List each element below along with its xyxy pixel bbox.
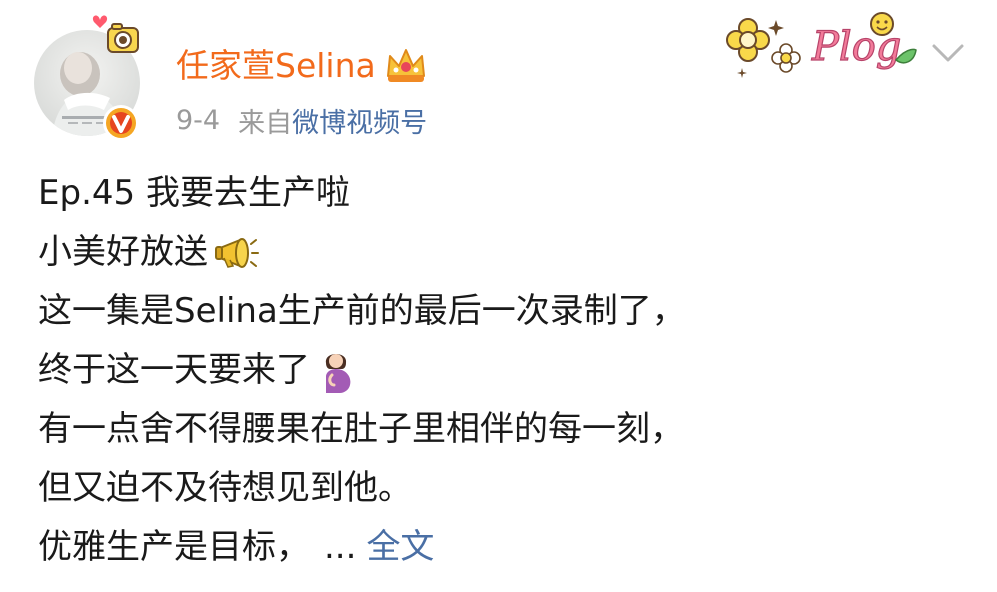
content-line: 有一点舍不得腰果在肚子里相伴的每一刻， xyxy=(38,400,938,459)
pregnant-woman-icon xyxy=(325,353,351,393)
content-text: 小美好放送 xyxy=(38,232,208,272)
post-date: 9-4 xyxy=(176,104,221,136)
content-line: 优雅生产是目标， ... 全文 xyxy=(38,518,938,577)
content-line: 但又迫不及待想见到他。 xyxy=(38,459,938,518)
content-text: 有一点舍不得腰果在肚子里相伴的每一刻， xyxy=(38,409,684,449)
post-content: Ep.45 我要去生产啦 小美好放送 这一集是Selina生产前的最后一次录制了… xyxy=(38,164,938,577)
author-row: 任家萱Selina xyxy=(176,40,428,92)
crown-icon xyxy=(386,49,425,82)
content-text: 这一集是Selina生产前的最后一次录制了， xyxy=(38,291,686,331)
author-name[interactable]: 任家萱Selina xyxy=(176,40,376,92)
content-text: 终于这一天要来了 xyxy=(38,350,310,390)
content-text: 优雅生产是目标， xyxy=(38,527,310,567)
content-line: 小美好放送 xyxy=(38,223,938,282)
source-prefix: 来自 xyxy=(238,107,293,139)
content-line: 这一集是Selina生产前的最后一次录制了， xyxy=(38,282,938,341)
full-text-link[interactable]: 全文 xyxy=(366,518,434,577)
ellipsis: ... xyxy=(324,527,357,567)
camera-badge-icon xyxy=(92,15,139,53)
content-line: Ep.45 我要去生产啦 xyxy=(38,164,938,223)
weibo-post: 任家萱Selina 9-4 来自 微博视频号 Plog Ep.45 我要去生产啦… xyxy=(0,0,997,592)
plog-sticker-icon: Plog xyxy=(726,12,917,78)
chevron-down-icon[interactable] xyxy=(928,36,968,72)
megaphone-icon xyxy=(215,237,259,268)
post-meta: 9-4 来自 微博视频号 xyxy=(176,100,427,140)
verified-v-icon xyxy=(103,105,139,141)
source-link[interactable]: 微博视频号 xyxy=(292,101,427,140)
content-text: Ep.45 我要去生产啦 xyxy=(38,173,350,213)
content-line: 终于这一天要来了 xyxy=(38,341,938,400)
content-text: 但又迫不及待想见到他。 xyxy=(38,468,412,508)
